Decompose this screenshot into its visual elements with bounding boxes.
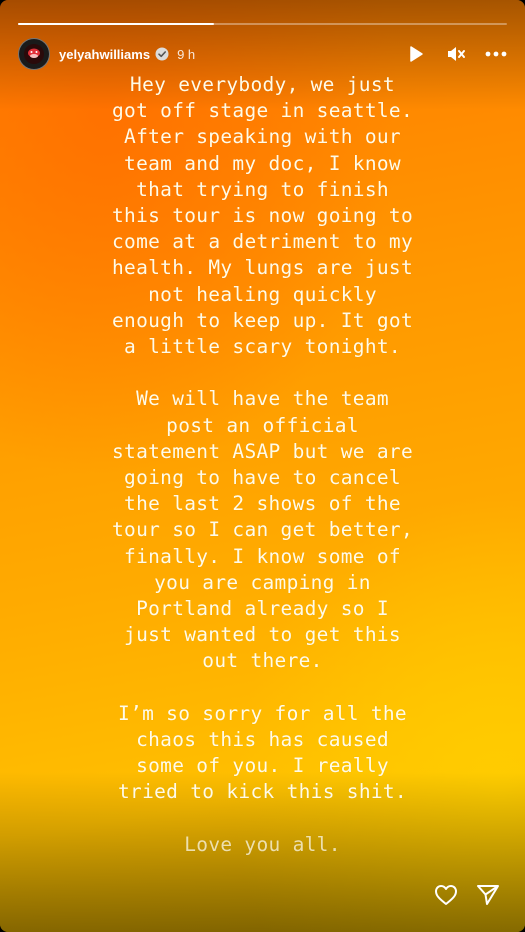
story-controls — [405, 43, 507, 65]
verified-badge-icon — [155, 47, 169, 61]
story-text: Hey everybody, we just got off stage in … — [40, 72, 485, 884]
username-link[interactable]: yelyahwilliams — [59, 47, 150, 62]
play-icon[interactable] — [405, 43, 427, 65]
avatar-image-icon — [24, 44, 44, 64]
story-actions — [433, 882, 501, 908]
story-paragraph: I’m so sorry for all the chaos this has … — [118, 701, 407, 804]
heart-icon[interactable] — [433, 882, 459, 908]
muted-speaker-icon[interactable] — [445, 43, 467, 65]
story-progress-bar — [18, 23, 507, 25]
story-viewer[interactable]: yelyahwilliams 9 h Hey everybody, we jus… — [0, 0, 525, 932]
story-signoff: Love you all. — [184, 832, 341, 856]
story-paragraph: We will have the team post an official s… — [112, 387, 413, 673]
story-progress-fill — [18, 23, 214, 25]
story-header: yelyahwilliams 9 h — [18, 36, 507, 72]
send-icon[interactable] — [475, 882, 501, 908]
post-timestamp: 9 h — [177, 46, 196, 62]
more-options-icon[interactable] — [485, 43, 507, 65]
story-paragraph: Hey everybody, we just got off stage in … — [112, 73, 413, 359]
avatar[interactable] — [18, 38, 50, 70]
